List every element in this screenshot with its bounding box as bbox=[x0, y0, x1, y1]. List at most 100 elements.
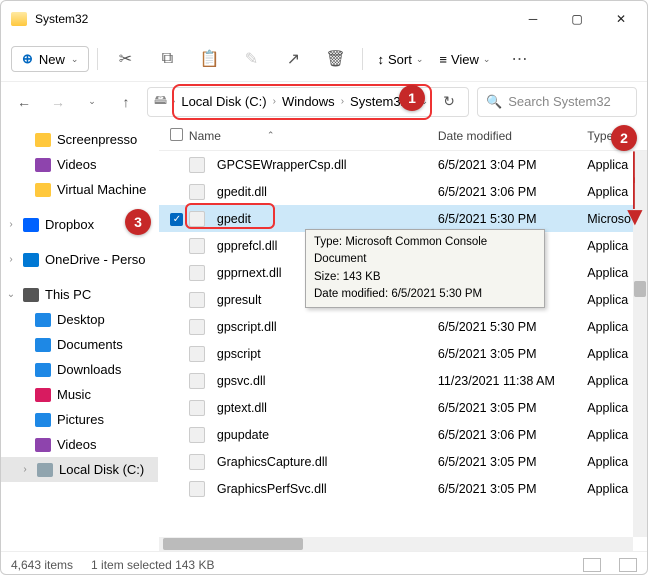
view-button[interactable]: ≡ View ⌄ bbox=[433, 52, 496, 67]
sidebar-label: Pictures bbox=[57, 412, 104, 427]
search-box[interactable]: 🔍 Search System32 bbox=[477, 87, 637, 117]
close-button[interactable]: ✕ bbox=[599, 4, 643, 34]
sidebar-label: Documents bbox=[57, 337, 123, 352]
file-date: 6/5/2021 3:05 PM bbox=[438, 401, 587, 415]
history-dropdown[interactable]: ⌄ bbox=[79, 89, 105, 115]
new-button[interactable]: ⊕ New ⌄ bbox=[11, 46, 89, 72]
sidebar-item[interactable]: Videos bbox=[1, 432, 158, 457]
horizontal-scrollbar[interactable] bbox=[159, 537, 633, 551]
file-date: 6/5/2021 3:06 PM bbox=[438, 428, 587, 442]
back-button[interactable]: ← bbox=[11, 89, 37, 115]
file-name: gpscript.dll bbox=[217, 320, 277, 334]
file-row[interactable]: GraphicsCapture.dll6/5/2021 3:05 PMAppli… bbox=[159, 448, 647, 475]
checkbox-column[interactable] bbox=[165, 128, 189, 144]
date-column-header[interactable]: Date modified bbox=[438, 129, 587, 143]
navigation-bar: ← → ⌄ ↑ 🖴 › Local Disk (C:) › Windows › … bbox=[1, 81, 647, 121]
thumbnails-view-icon[interactable] bbox=[619, 558, 637, 572]
up-button[interactable]: ↑ bbox=[113, 89, 139, 115]
file-icon bbox=[189, 454, 205, 470]
name-column-header[interactable]: Name⌃ bbox=[189, 129, 438, 143]
breadcrumb-item[interactable]: Local Disk (C:) bbox=[177, 92, 270, 111]
file-icon bbox=[189, 400, 205, 416]
expand-icon[interactable]: › bbox=[19, 464, 31, 475]
sidebar-label: Downloads bbox=[57, 362, 121, 377]
sidebar-item[interactable]: Music bbox=[1, 382, 158, 407]
file-row[interactable]: GPCSEWrapperCsp.dll6/5/2021 3:04 PMAppli… bbox=[159, 151, 647, 178]
sort-label: Sort bbox=[388, 52, 412, 67]
minimize-button[interactable]: ─ bbox=[511, 4, 555, 34]
file-row[interactable]: gpupdate6/5/2021 3:06 PMApplica bbox=[159, 421, 647, 448]
folder-icon bbox=[11, 12, 27, 26]
scrollbar-thumb[interactable] bbox=[634, 281, 646, 297]
file-name: gpupdate bbox=[217, 428, 269, 442]
expand-icon[interactable]: › bbox=[5, 219, 17, 230]
sidebar-label: OneDrive - Perso bbox=[45, 252, 145, 267]
more-icon[interactable]: ⋯ bbox=[500, 44, 538, 74]
sidebar-label: Desktop bbox=[57, 312, 105, 327]
folder-icon bbox=[23, 288, 39, 302]
forward-button[interactable]: → bbox=[45, 89, 71, 115]
sidebar-label: This PC bbox=[45, 287, 91, 302]
sort-button[interactable]: ↕ Sort ⌄ bbox=[371, 52, 429, 67]
file-name: GraphicsPerfSvc.dll bbox=[217, 482, 327, 496]
copy-icon[interactable]: ⧉ bbox=[148, 44, 186, 74]
sidebar-label: Dropbox bbox=[45, 217, 94, 232]
chevron-down-icon: ⌄ bbox=[71, 54, 79, 65]
column-headers: Name⌃ Date modified Type bbox=[159, 121, 647, 151]
cut-icon[interactable]: ✂ bbox=[106, 44, 144, 74]
sidebar-item[interactable]: Screenpresso bbox=[1, 127, 158, 152]
file-date: 6/5/2021 3:05 PM bbox=[438, 482, 587, 496]
file-row[interactable]: gpscript6/5/2021 3:05 PMApplica bbox=[159, 340, 647, 367]
annotation-callout: 3 bbox=[125, 209, 151, 235]
file-row[interactable]: ✓gpedit6/5/2021 5:30 PMMicroso bbox=[159, 205, 647, 232]
breadcrumb-item[interactable]: Windows bbox=[278, 92, 339, 111]
sidebar-item[interactable]: Virtual Machine bbox=[1, 177, 158, 202]
sidebar-item[interactable]: ›Local Disk (C:) bbox=[1, 457, 158, 482]
separator bbox=[362, 48, 363, 70]
sidebar-label: Videos bbox=[57, 157, 97, 172]
sidebar-item[interactable]: › OneDrive - Perso bbox=[1, 247, 158, 272]
checkbox-icon[interactable]: ✓ bbox=[170, 213, 183, 226]
file-icon bbox=[189, 292, 205, 308]
refresh-button[interactable]: ↻ bbox=[436, 89, 462, 115]
rename-icon[interactable]: ✎ bbox=[232, 44, 270, 74]
maximize-button[interactable]: ▢ bbox=[555, 4, 599, 34]
tooltip-line: Size: 143 KB bbox=[314, 269, 536, 286]
annotation-arrow: ▼ bbox=[622, 201, 648, 232]
file-row[interactable]: gptext.dll6/5/2021 3:05 PMApplica bbox=[159, 394, 647, 421]
file-date: 6/5/2021 5:30 PM bbox=[438, 320, 587, 334]
sidebar-item[interactable]: Desktop bbox=[1, 307, 158, 332]
file-icon bbox=[189, 211, 205, 227]
details-view-icon[interactable] bbox=[583, 558, 601, 572]
toolbar: ⊕ New ⌄ ✂ ⧉ 📋 ✎ ↗ 🗑 ↕ Sort ⌄ ≡ View ⌄ ⋯ bbox=[1, 37, 647, 81]
file-icon bbox=[189, 319, 205, 335]
folder-icon bbox=[35, 158, 51, 172]
expand-icon[interactable]: ⌄ bbox=[5, 289, 17, 300]
paste-icon[interactable]: 📋 bbox=[190, 44, 228, 74]
file-row[interactable]: gpsvc.dll11/23/2021 11:38 AMApplica bbox=[159, 367, 647, 394]
share-icon[interactable]: ↗ bbox=[274, 44, 312, 74]
sidebar-item[interactable]: Documents bbox=[1, 332, 158, 357]
file-name: GraphicsCapture.dll bbox=[217, 455, 327, 469]
sidebar-item[interactable]: Downloads bbox=[1, 357, 158, 382]
file-icon bbox=[189, 346, 205, 362]
scrollbar-thumb[interactable] bbox=[163, 538, 303, 550]
file-row[interactable]: gpedit.dll6/5/2021 3:06 PMApplica bbox=[159, 178, 647, 205]
expand-icon[interactable]: › bbox=[5, 254, 17, 265]
sidebar-item[interactable]: ⌄ This PC bbox=[1, 282, 158, 307]
tooltip: Type: Microsoft Common Console Document … bbox=[305, 229, 545, 308]
file-name: GPCSEWrapperCsp.dll bbox=[217, 158, 347, 172]
sidebar-item[interactable]: Pictures bbox=[1, 407, 158, 432]
folder-icon bbox=[35, 338, 51, 352]
tooltip-line: Date modified: 6/5/2021 5:30 PM bbox=[314, 286, 536, 303]
view-label: View bbox=[451, 52, 479, 67]
sidebar-item[interactable]: Videos bbox=[1, 152, 158, 177]
file-row[interactable]: GraphicsPerfSvc.dll6/5/2021 3:05 PMAppli… bbox=[159, 475, 647, 502]
delete-icon[interactable]: 🗑 bbox=[316, 44, 354, 74]
file-name: gpprnext.dll bbox=[217, 266, 282, 280]
plus-icon: ⊕ bbox=[22, 51, 33, 67]
file-name: gpedit.dll bbox=[217, 185, 267, 199]
file-row[interactable]: gpscript.dll6/5/2021 5:30 PMApplica bbox=[159, 313, 647, 340]
file-name: gptext.dll bbox=[217, 401, 267, 415]
sort-icon: ↕ bbox=[377, 52, 384, 67]
